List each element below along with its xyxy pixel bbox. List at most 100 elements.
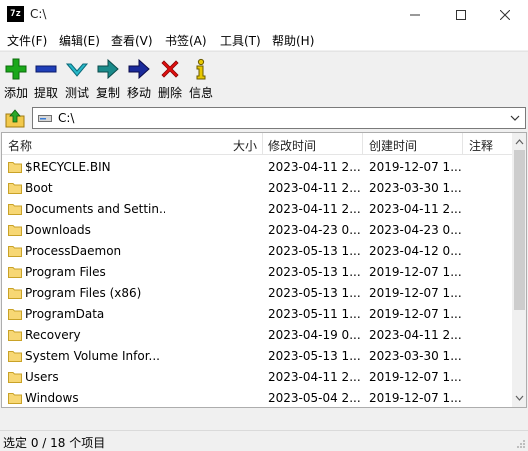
address-field[interactable]: C:\ xyxy=(32,107,526,129)
test-icon xyxy=(65,63,89,77)
file-modified: 2023-05-13 1... xyxy=(268,265,360,279)
vertical-scrollbar[interactable] xyxy=(512,133,526,407)
table-row[interactable]: $RECYCLE.BIN 2023-04-11 2... 2019-12-07 … xyxy=(2,156,512,177)
address-path: C:\ xyxy=(58,111,75,125)
file-name: Recovery xyxy=(25,328,81,342)
folder-icon xyxy=(8,162,22,173)
add-button[interactable]: 添加 xyxy=(0,55,32,101)
menu-tools[interactable]: 工具(T) xyxy=(220,32,261,49)
test-label: 测试 xyxy=(64,86,89,100)
copy-label: 复制 xyxy=(95,86,120,100)
column-created[interactable]: 创建时间 xyxy=(369,137,417,154)
file-modified: 2023-04-11 2... xyxy=(268,160,360,174)
extract-button[interactable]: 提取 xyxy=(30,55,62,101)
file-name: ProcessDaemon xyxy=(25,244,122,258)
file-created: 2023-03-30 1... xyxy=(369,181,461,195)
column-size[interactable]: 大小 xyxy=(233,137,257,154)
maximize-button[interactable] xyxy=(438,0,484,30)
folder-icon xyxy=(8,183,22,194)
info-icon xyxy=(196,58,206,80)
close-button[interactable] xyxy=(482,0,528,30)
file-created: 2023-04-11 2... xyxy=(369,328,461,342)
table-row[interactable]: Program Files 2023-05-13 1... 2019-12-07… xyxy=(2,261,512,282)
status-bar: 选定 0 / 18 个项目 xyxy=(0,430,528,451)
table-row[interactable]: Boot 2023-04-11 2... 2023-03-30 1... xyxy=(2,177,512,198)
file-modified: 2023-05-13 1... xyxy=(268,286,360,300)
column-divider[interactable] xyxy=(262,133,263,155)
file-name: ProgramData xyxy=(25,307,105,321)
table-row[interactable]: ProgramData 2023-05-11 1... 2019-12-07 1… xyxy=(2,303,512,324)
menu-bar: 文件(F) 编辑(E) 查看(V) 书签(A) 工具(T) 帮助(H) xyxy=(0,30,528,50)
file-name: Boot xyxy=(25,181,53,195)
menu-bookmarks[interactable]: 书签(A) xyxy=(165,32,207,49)
app-icon: 7z xyxy=(7,6,24,22)
file-name: Users xyxy=(25,370,59,384)
file-created: 2019-12-07 1... xyxy=(369,370,461,384)
column-header: 名称 大小 修改时间 创建时间 注释 xyxy=(2,133,512,155)
drive-icon xyxy=(38,115,52,122)
file-created: 2023-03-30 1... xyxy=(369,349,461,363)
menu-help[interactable]: 帮助(H) xyxy=(272,32,314,49)
column-divider[interactable] xyxy=(362,133,363,155)
toolbar: 添加 提取 测试 复制 移动 删除 信息 xyxy=(0,51,528,103)
file-name: $RECYCLE.BIN xyxy=(25,160,111,174)
extract-label: 提取 xyxy=(33,86,58,100)
file-name: Program Files xyxy=(25,265,106,279)
info-label: 信息 xyxy=(188,86,213,100)
move-icon xyxy=(128,58,150,80)
table-row[interactable]: ProcessDaemon 2023-05-13 1... 2023-04-12… xyxy=(2,240,512,261)
column-modified[interactable]: 修改时间 xyxy=(268,137,316,154)
file-list: 名称 大小 修改时间 创建时间 注释 $RECYCLE.BIN 2023-04-… xyxy=(1,132,527,408)
minimize-button[interactable] xyxy=(392,0,438,30)
copy-button[interactable]: 复制 xyxy=(92,55,124,101)
file-created: 2023-04-23 0... xyxy=(369,223,461,237)
menu-view[interactable]: 查看(V) xyxy=(111,32,153,49)
extract-icon xyxy=(35,65,57,73)
title-bar: 7z C:\ xyxy=(0,0,528,30)
table-row[interactable]: Documents and Settin... 2023-04-11 2... … xyxy=(2,198,512,219)
folder-icon xyxy=(8,372,22,383)
folder-icon xyxy=(8,309,22,320)
test-button[interactable]: 测试 xyxy=(61,55,93,101)
maximize-icon xyxy=(456,10,466,20)
folder-icon xyxy=(8,204,22,215)
menu-file[interactable]: 文件(F) xyxy=(7,32,47,49)
file-created: 2019-12-07 1... xyxy=(369,265,461,279)
delete-label: 删除 xyxy=(157,86,182,100)
file-modified: 2023-04-23 0... xyxy=(268,223,360,237)
table-row[interactable]: Program Files (x86) 2023-05-13 1... 2019… xyxy=(2,282,512,303)
table-row[interactable]: Users 2023-04-11 2... 2019-12-07 1... xyxy=(2,366,512,387)
folder-icon xyxy=(8,288,22,299)
delete-button[interactable]: 删除 xyxy=(154,55,186,101)
info-button[interactable]: 信息 xyxy=(185,55,217,101)
move-button[interactable]: 移动 xyxy=(123,55,155,101)
add-icon xyxy=(5,58,27,80)
folder-icon xyxy=(8,351,22,362)
file-modified: 2023-04-11 2... xyxy=(268,370,360,384)
scroll-down-icon[interactable] xyxy=(515,395,524,401)
table-row[interactable]: Downloads 2023-04-23 0... 2023-04-23 0..… xyxy=(2,219,512,240)
add-label: 添加 xyxy=(3,86,28,100)
file-created: 2019-12-07 1... xyxy=(369,286,461,300)
column-name[interactable]: 名称 xyxy=(8,137,32,154)
column-comment[interactable]: 注释 xyxy=(469,137,493,154)
menu-edit[interactable]: 编辑(E) xyxy=(59,32,100,49)
folder-icon xyxy=(8,246,22,257)
resize-grip-icon[interactable] xyxy=(516,439,526,449)
table-row[interactable]: Windows 2023-05-04 2... 2019-12-07 1... xyxy=(2,387,512,407)
chevron-down-icon[interactable] xyxy=(508,110,522,126)
table-row[interactable]: System Volume Infor... 2023-05-13 1... 2… xyxy=(2,345,512,366)
delete-icon xyxy=(161,60,179,78)
file-rows: $RECYCLE.BIN 2023-04-11 2... 2019-12-07 … xyxy=(2,156,512,407)
file-modified: 2023-05-13 1... xyxy=(268,349,360,363)
table-row[interactable]: Recovery 2023-04-19 0... 2023-04-11 2... xyxy=(2,324,512,345)
folder-icon xyxy=(8,330,22,341)
column-divider[interactable] xyxy=(462,133,463,155)
file-created: 2023-04-11 2... xyxy=(369,202,461,216)
folder-icon xyxy=(8,267,22,278)
move-label: 移动 xyxy=(126,86,151,100)
scrollbar-thumb[interactable] xyxy=(514,150,525,310)
up-folder-button[interactable] xyxy=(3,107,27,129)
minimize-icon xyxy=(410,14,420,16)
scroll-up-icon[interactable] xyxy=(515,139,524,145)
